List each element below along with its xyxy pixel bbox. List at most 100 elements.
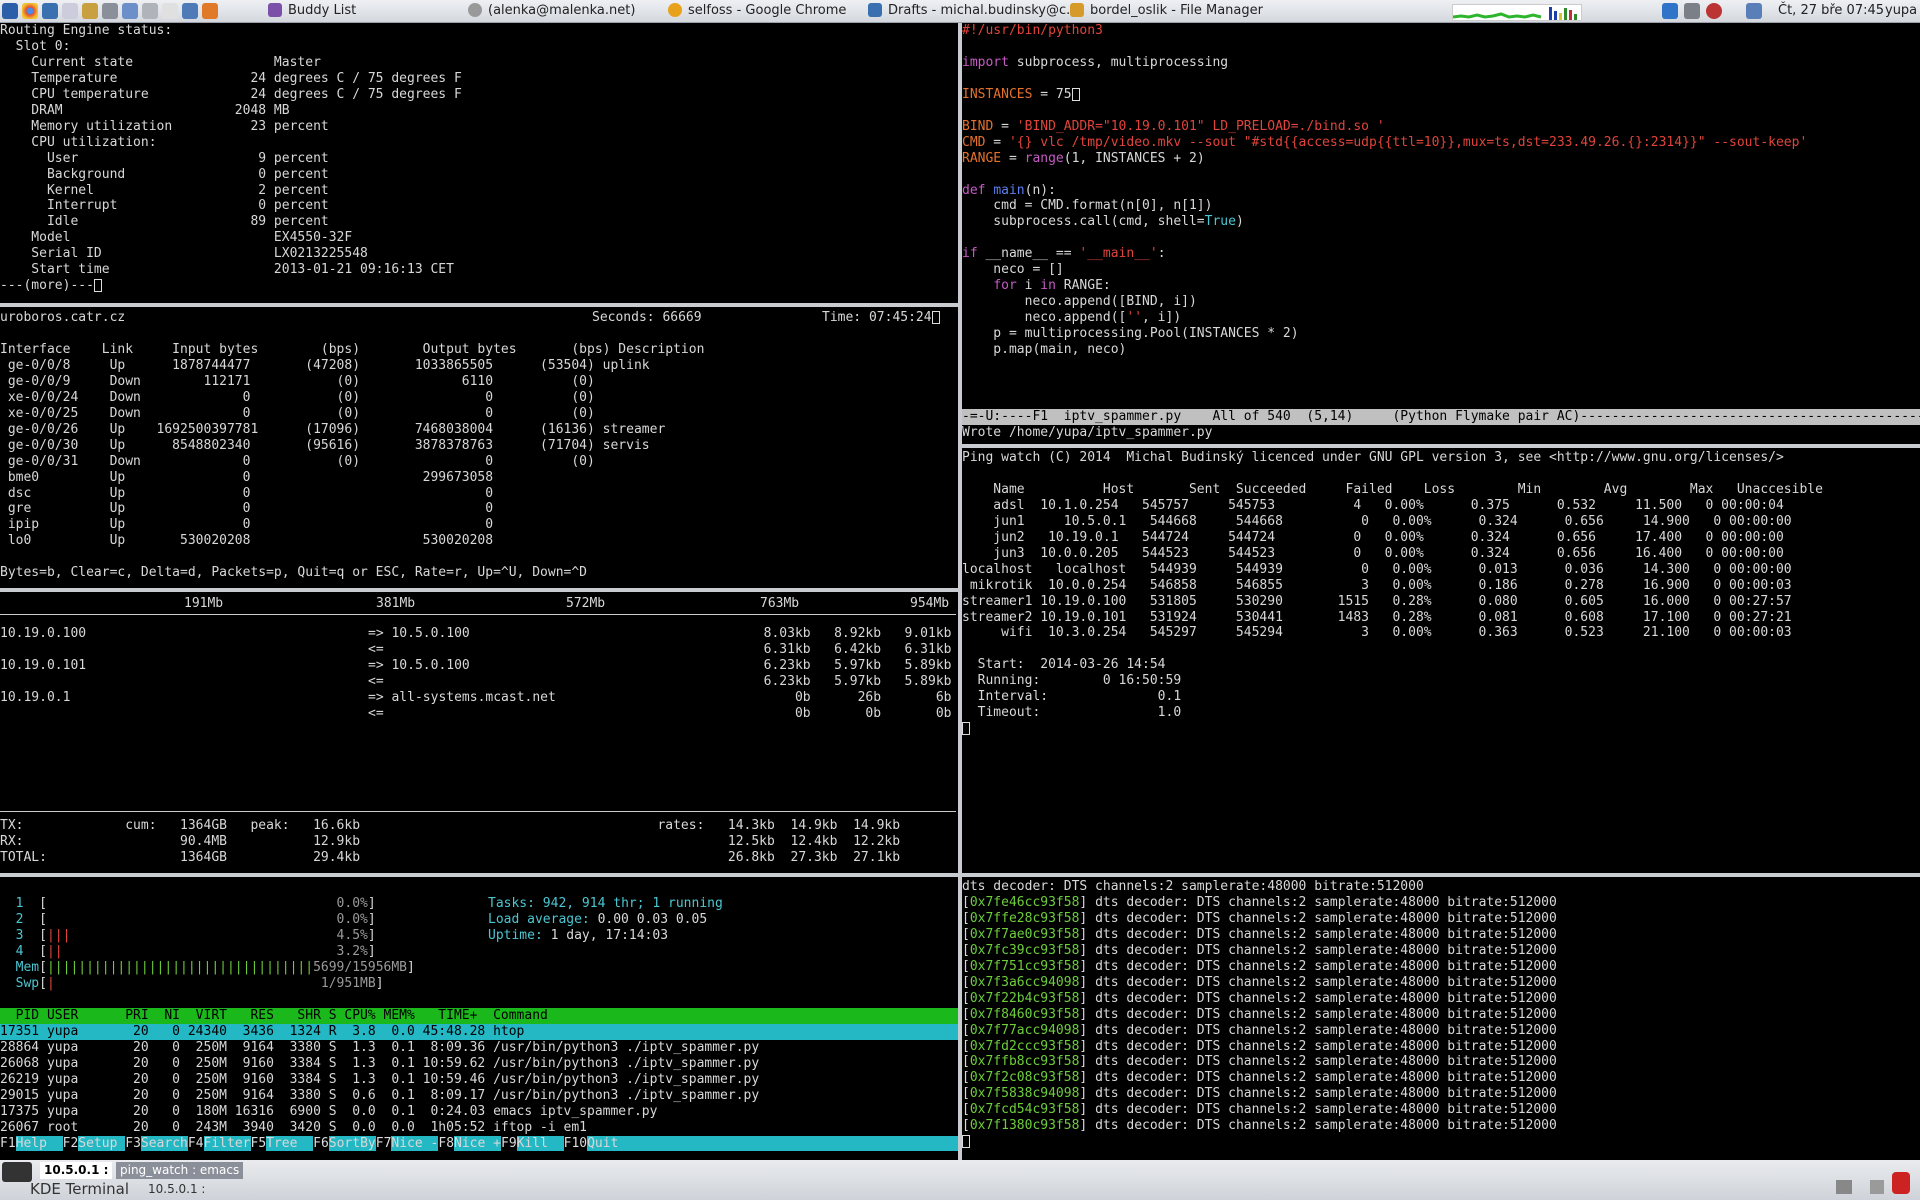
display-icon[interactable]: [1746, 3, 1762, 19]
fkey-label: Filter: [203, 1135, 251, 1151]
quick-launch: [2, 3, 222, 19]
taskbar-item-chrome[interactable]: selfoss - Google Chrome: [666, 0, 878, 22]
terminal-cursor: [962, 1135, 970, 1149]
log-message: dts decoder: DTS channels:2 samplerate:4…: [1095, 894, 1557, 910]
process-table[interactable]: 28864 yupa 20 0 250M 9164 3380 S 1.3 0.1…: [0, 1040, 958, 1136]
chrome-icon[interactable]: [22, 3, 38, 19]
interface-monitor-pane[interactable]: uroboros.catr.cz Seconds: 66669 Time: 07…: [0, 310, 958, 586]
cpu-meter: 4 [|| 3.2%]: [0, 944, 450, 960]
log-address: 0x7fc39cc93f58: [969, 942, 1080, 958]
ping-row: jun1 10.5.0.1 544668 544668 0 0.00% 0.32…: [962, 513, 1792, 529]
tab-session-2[interactable]: ping_watch : emacs: [116, 1162, 244, 1179]
tab-session-1[interactable]: 10.5.0.1 :: [40, 1162, 113, 1179]
kde-menu-icon[interactable]: [2, 3, 18, 19]
close-icon[interactable]: [1870, 1180, 1884, 1194]
user-name[interactable]: yupa: [1885, 0, 1917, 22]
monitor-seconds: Seconds: 66669: [592, 310, 702, 325]
emacs-pane[interactable]: #!/usr/bin/python3 import subprocess, mu…: [962, 23, 1920, 451]
code-line: RANGE = range(1, INSTANCES + 2): [962, 150, 1205, 166]
log-bracket: [: [962, 926, 970, 942]
meter-pad: [47, 912, 329, 927]
code-line: for i in RANGE:: [993, 278, 1111, 294]
more-prompt: ---(more)---: [0, 278, 958, 294]
log-address: 0x7f77acc94098: [969, 1022, 1080, 1038]
log-message: dts decoder: DTS channels:2 samplerate:4…: [1095, 1102, 1557, 1118]
fkey-key: F6: [313, 1135, 329, 1151]
vlc-log-pane[interactable]: dts decoder: DTS channels:2 samplerate:4…: [962, 879, 1920, 1158]
status-line: Current state Master: [0, 54, 321, 70]
mem-value: 5699/15956MB: [313, 959, 407, 975]
taskbar-item-thunderbird[interactable]: Drafts - michal.budinsky@c...: [866, 0, 1084, 22]
log-line: [0x7fd2ccc93f58] dts decoder: DTS channe…: [962, 1039, 1920, 1055]
monitor-help: Bytes=b, Clear=c, Delta=d, Packets=p, Qu…: [0, 565, 587, 581]
fkey-key: F8: [438, 1135, 455, 1151]
clock[interactable]: Čt, 27 bře 07:45: [1778, 0, 1884, 22]
log-message: dts decoder: DTS channels:2 samplerate:4…: [1095, 974, 1557, 990]
emacs-modeline[interactable]: -=-U:----F1 iptv_spammer.py All of 540 (…: [962, 409, 1920, 425]
terminal-icon[interactable]: [2, 1162, 32, 1182]
log-message: dts decoder: DTS channels:2 samplerate:4…: [1095, 958, 1557, 974]
log-bracket: [: [962, 990, 970, 1006]
flow-rates: 0b 26b 6b: [748, 690, 952, 705]
interface-row: ipip Up 0 0: [0, 517, 494, 533]
pane-divider[interactable]: [962, 444, 1920, 448]
log-message: dts decoder: DTS channels:2 samplerate:4…: [1095, 1086, 1557, 1102]
log-bracket: ]: [1079, 894, 1096, 910]
taskbar-item-buddy-list[interactable]: Buddy List: [266, 0, 478, 22]
screenshot-icon[interactable]: [122, 3, 138, 19]
log-line: [0x7f8460c93f58] dts decoder: DTS channe…: [962, 1007, 1920, 1023]
calculator-icon[interactable]: [142, 3, 158, 19]
pane-divider[interactable]: [962, 873, 1920, 877]
network-manager-icon[interactable]: [1684, 3, 1700, 19]
ping-row: jun3 10.0.0.205 544523 544523 0 0.00% 0.…: [962, 545, 1784, 561]
image-viewer-icon[interactable]: [82, 3, 98, 19]
htop-function-keys[interactable]: F1Help F2Setup F3SearchF4FilterF5Tree F6…: [0, 1135, 958, 1152]
cpu-graph[interactable]: [1452, 4, 1582, 21]
home-folder-icon[interactable]: [202, 3, 218, 19]
code-line: INSTANCES = 75: [962, 87, 1920, 103]
blocked-icon[interactable]: [1706, 3, 1722, 19]
junos-status-pane[interactable]: Routing Engine status: Slot 0: Current s…: [0, 23, 958, 303]
log-bracket: [: [962, 1070, 970, 1086]
network-icon[interactable]: [102, 3, 118, 19]
process-row: 26219 yupa 20 0 250M 9160 3384 S 1.3 0.1…: [0, 1071, 760, 1087]
iftop-total: TOTAL: 1364GB 29.4kb 26.8kb 27.3kb 27.1k…: [0, 849, 901, 865]
log-bracket: [: [962, 1022, 970, 1038]
process-row-selected[interactable]: 17351 yupa 20 0 24340 3436 1324 R 3.8 0.…: [0, 1023, 958, 1040]
log-line: [0x7f5838c94098] dts decoder: DTS channe…: [962, 1086, 1920, 1102]
terminal-cursor: [962, 722, 970, 736]
ping-watch-pane[interactable]: Ping watch (C) 2014 Michal Budinský lice…: [962, 450, 1920, 870]
code-line: p = multiprocessing.Pool(INSTANCES * 2): [962, 326, 1299, 342]
settings-icon[interactable]: [182, 3, 198, 19]
iftop-scale-line: [0, 614, 956, 615]
code-line: neco.append([BIND, i]): [962, 294, 1197, 310]
log-bracket: ]: [1079, 1102, 1096, 1118]
ping-stat: Timeout: 1.0: [962, 705, 1182, 721]
folder-icon: [1070, 3, 1084, 17]
window-tools-icon[interactable]: [1836, 1180, 1852, 1194]
text-editor-icon[interactable]: [62, 3, 78, 19]
monitor-time: Time: 07:45:24: [822, 310, 940, 326]
pane-divider[interactable]: [0, 873, 958, 877]
cpu-percent: 3.2%: [328, 943, 368, 959]
scale-label: 763Mb: [760, 596, 800, 611]
log-address: 0x7fcd54c93f58: [969, 1102, 1080, 1118]
process-table-header[interactable]: PID USER PRI NI VIRT RES SHR S CPU% MEM%…: [0, 1007, 958, 1024]
iftop-pane[interactable]: 191Mb 381Mb 572Mb 763Mb 954Mb 10.19.0.10…: [0, 594, 958, 870]
lock-icon[interactable]: [1892, 1172, 1910, 1194]
pane-divider[interactable]: [0, 303, 958, 307]
htop-pane[interactable]: 1 [ 0.0%] 2 [ 0.0%] 3 [||| 4.5%] 4 [|| 3…: [0, 880, 958, 1158]
taskbar-item-chat[interactable]: (alenka@malenka.net): [466, 0, 678, 22]
status-line: Idle 89 percent: [0, 214, 329, 230]
interface-row: lo0 Up 530020208 530020208: [0, 533, 494, 549]
pane-divider[interactable]: [0, 588, 958, 592]
taskbar-item-file-manager[interactable]: bordel_oslik - File Manager: [1068, 0, 1286, 22]
flow-rates: 6.23kb 5.97kb 5.89kb: [748, 674, 952, 689]
notes-icon[interactable]: [162, 3, 178, 19]
dropbox-icon[interactable]: [1662, 3, 1678, 19]
task-label: bordel_oslik - File Manager: [1090, 3, 1263, 18]
log-address: 0x7f5838c94098: [969, 1086, 1080, 1102]
flow-src: 10.19.0.101: [0, 658, 87, 673]
thunderbird-icon[interactable]: [42, 3, 58, 19]
log-message: dts decoder: DTS channels:2 samplerate:4…: [1095, 990, 1557, 1006]
